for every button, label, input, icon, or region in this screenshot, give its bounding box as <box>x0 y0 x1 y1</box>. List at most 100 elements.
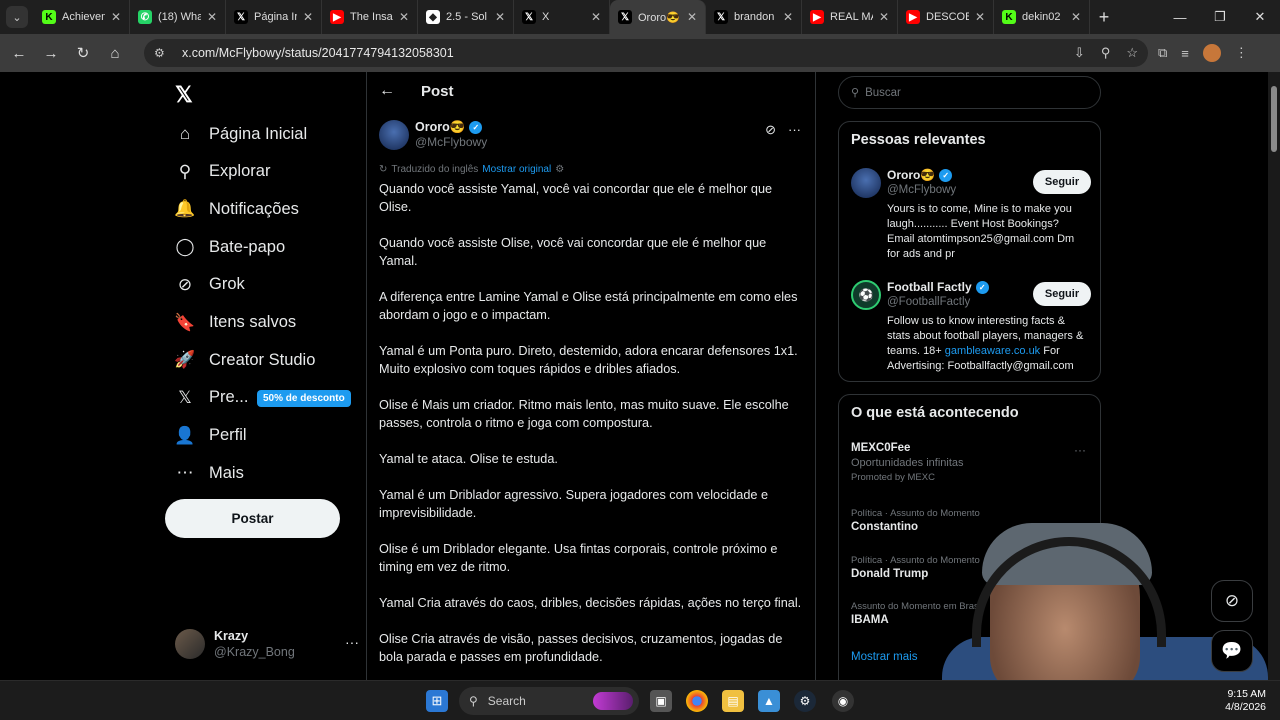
tab-close-icon[interactable]: ✕ <box>591 10 601 24</box>
tab-close-icon[interactable]: ✕ <box>495 10 505 24</box>
account-more-icon[interactable]: ··· <box>345 634 359 650</box>
page-scrollbar[interactable] <box>1268 72 1280 680</box>
nav-item[interactable]: ⚲ Explorar <box>173 154 271 190</box>
browser-tab[interactable]: ▶ REAL MA ✕ <box>802 0 898 34</box>
author-avatar[interactable] <box>379 120 409 150</box>
messages-float-icon[interactable]: 💬 <box>1211 630 1253 672</box>
system-clock[interactable]: 9:15 AM 4/8/2026 <box>1225 688 1266 714</box>
back-icon[interactable]: ← <box>4 38 34 68</box>
person-name[interactable]: Football Factly <box>887 280 972 295</box>
address-bar[interactable]: ⚙ x.com/McFlybowy/status/204177479413205… <box>144 39 1148 67</box>
grok-float-icon[interactable]: ⊘ <box>1211 580 1253 622</box>
tab-search-button[interactable]: ⌄ <box>6 6 28 28</box>
post-paragraph: Yamal Cria através do caos, dribles, dec… <box>379 596 802 610</box>
browser-tab[interactable]: ▶ DESCOB ✕ <box>898 0 994 34</box>
photos-icon[interactable]: ▲ <box>758 690 780 712</box>
x-logo-icon[interactable]: 𝕏 <box>175 82 193 108</box>
obs-icon[interactable]: ◉ <box>832 690 854 712</box>
nav-item[interactable]: ⌂ Página Inicial <box>173 116 307 152</box>
tab-close-icon[interactable]: ✕ <box>879 10 889 24</box>
avatar[interactable] <box>851 168 881 198</box>
steam-icon[interactable]: ⚙ <box>794 690 816 712</box>
tab-close-icon[interactable]: ✕ <box>1071 10 1081 24</box>
tab-close-icon[interactable]: ✕ <box>303 10 313 24</box>
site-info-icon[interactable]: ⚙ <box>154 46 172 60</box>
windows-start-icon[interactable]: ⊞ <box>426 690 448 712</box>
reload-icon[interactable]: ↻ <box>68 38 98 68</box>
show-more-link[interactable]: Mostrar mais <box>851 651 917 663</box>
show-original-link[interactable]: Mostrar original <box>482 164 551 175</box>
trend-item[interactable]: Política · Assunto do Momento Constantin… <box>851 507 1091 535</box>
close-window-icon[interactable]: ✕ <box>1240 0 1280 34</box>
bio-link[interactable]: gambleaware.co.uk <box>945 345 1040 357</box>
window-controls: — ❐ ✕ <box>1160 0 1280 34</box>
author-handle[interactable]: @McFlybowy <box>415 135 487 150</box>
home-icon[interactable]: ⌂ <box>100 38 130 68</box>
browser-tab[interactable]: ✆ (18) Wha ✕ <box>130 0 226 34</box>
trend-item[interactable]: Política · Assunto do Momento Donald Tru… <box>851 554 1091 582</box>
tab-close-icon[interactable]: ✕ <box>111 10 121 24</box>
bookmark-star-icon[interactable]: ☆ <box>1126 45 1138 61</box>
browser-tab[interactable]: Kdekin02 ✕ <box>994 0 1090 34</box>
account-handle: @Krazy_Bong <box>214 645 295 659</box>
author-name[interactable]: Ororo😎 <box>415 120 465 135</box>
post-paragraph: Yamal é um Driblador agressivo. Supera j… <box>379 488 769 520</box>
tab-title: DESCOB <box>926 11 969 23</box>
shield-icon: ◆ <box>426 10 440 24</box>
post-button[interactable]: Postar <box>165 499 340 538</box>
restore-icon[interactable]: ❐ <box>1200 0 1240 34</box>
nav-item[interactable]: ⊘ Grok <box>173 267 245 303</box>
task-view-icon[interactable]: ▣ <box>650 690 672 712</box>
settings-gear-icon[interactable]: ⚙ <box>555 164 564 175</box>
new-tab-button[interactable]: + <box>1090 7 1118 28</box>
forward-icon[interactable]: → <box>36 38 66 68</box>
browser-tab[interactable]: 𝕏 Página Ir ✕ <box>226 0 322 34</box>
nav-item[interactable]: 🔔 Notificações <box>173 191 298 227</box>
browser-menu-icon[interactable]: ⋮ <box>1235 45 1248 61</box>
nav-item[interactable]: 𝕏 Pre... <box>173 380 248 416</box>
nav-item[interactable]: 🚀 Creator Studio <box>173 342 315 378</box>
scrollbar-thumb[interactable] <box>1271 86 1277 152</box>
browser-tab[interactable]: ◆ 2.5 - Sol ✕ <box>418 0 514 34</box>
tab-close-icon[interactable]: ✕ <box>399 10 409 24</box>
post-more-icon[interactable]: ··· <box>788 122 801 138</box>
file-explorer-icon[interactable]: ▤ <box>722 690 744 712</box>
post-paragraph: Olise é um Driblador elegante. Usa finta… <box>379 542 778 574</box>
tab-close-icon[interactable]: ✕ <box>687 10 697 24</box>
football-factly-logo-icon[interactable]: ⚽ <box>851 280 881 310</box>
back-arrow-icon[interactable]: ← <box>379 82 409 100</box>
nav-item[interactable]: 🔖 Itens salvos <box>173 305 296 341</box>
chrome-icon[interactable] <box>686 690 708 712</box>
trend-item[interactable]: Assunto do Momento em Brasil IBAMA <box>851 600 1091 628</box>
verified-icon: ✓ <box>975 281 989 294</box>
search-input[interactable]: ⚲ Buscar <box>838 76 1101 109</box>
extensions-icon[interactable]: ⧉ <box>1158 45 1167 61</box>
post-author[interactable]: Ororo😎 ✓ @McFlybowy <box>379 120 487 150</box>
nav-item[interactable]: 👤 Perfil <box>173 418 246 454</box>
browser-tab[interactable]: ▶ The Insa ✕ <box>322 0 418 34</box>
follow-button[interactable]: Seguir <box>1033 170 1091 194</box>
media-controls-icon[interactable]: ≡ <box>1181 46 1189 61</box>
browser-tab[interactable]: K Achievem ✕ <box>34 0 130 34</box>
profile-avatar[interactable] <box>1202 44 1221 62</box>
taskbar-search[interactable]: ⚲ Search <box>459 687 639 715</box>
browser-tab[interactable]: 𝕏 Ororo😎 ✕ <box>610 0 706 34</box>
install-app-icon[interactable]: ⇩ <box>1074 45 1085 61</box>
x-icon: 𝕏 <box>714 10 728 24</box>
tab-close-icon[interactable]: ✕ <box>207 10 217 24</box>
nav-item[interactable]: ⋯ Mais <box>173 455 244 491</box>
tab-close-icon[interactable]: ✕ <box>783 10 793 24</box>
trend-context: Política · Assunto do Momento <box>851 555 980 566</box>
trend-item[interactable]: MEXC0Fee Oportunidades infinitas Promote… <box>851 441 1091 484</box>
person-name[interactable]: Ororo😎 <box>887 168 935 183</box>
nav-item[interactable]: ◯ Bate-papo <box>173 229 285 265</box>
tab-close-icon[interactable]: ✕ <box>975 10 985 24</box>
zoom-icon[interactable]: ⚲ <box>1101 45 1111 61</box>
home-icon: ⌂ <box>179 124 191 143</box>
account-switcher[interactable]: Krazy @Krazy_Bong ··· <box>175 628 359 660</box>
browser-tab[interactable]: 𝕏brandon ✕ <box>706 0 802 34</box>
grok-icon[interactable]: ⊘ <box>765 122 776 138</box>
follow-button[interactable]: Seguir <box>1033 282 1091 306</box>
browser-tab[interactable]: 𝕏 X ✕ <box>514 0 610 34</box>
minimize-icon[interactable]: — <box>1160 0 1200 34</box>
